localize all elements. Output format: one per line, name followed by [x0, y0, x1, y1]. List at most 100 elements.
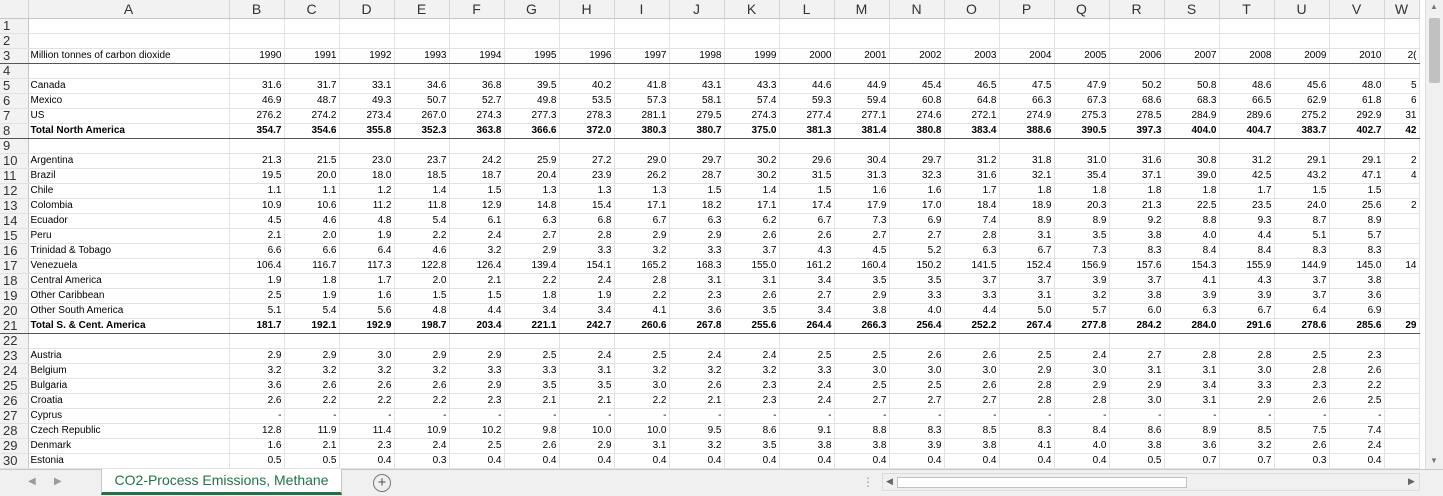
value-cell[interactable]: 3.8 — [1109, 438, 1165, 454]
value-cell[interactable]: 4 — [1384, 168, 1420, 184]
value-cell[interactable]: 0.7 — [1219, 453, 1275, 469]
value-cell[interactable]: 60.8 — [889, 93, 945, 109]
value-cell[interactable]: 31.7 — [284, 78, 340, 94]
value-cell[interactable]: 1.9 — [229, 273, 285, 289]
row-header[interactable]: 29 — [0, 438, 29, 454]
value-cell[interactable]: 67.3 — [1054, 93, 1110, 109]
column-header-m[interactable]: M — [834, 0, 890, 19]
value-cell[interactable]: 2.9 — [229, 348, 285, 364]
value-cell[interactable]: 52.7 — [449, 93, 505, 109]
value-cell[interactable] — [944, 63, 1000, 79]
value-cell[interactable]: 2.5 — [229, 288, 285, 304]
value-cell[interactable]: 278.5 — [1109, 108, 1165, 124]
value-cell[interactable] — [504, 33, 560, 49]
row-label-cell[interactable]: Brazil — [28, 168, 230, 184]
year-header-cell[interactable]: 1997 — [614, 48, 670, 64]
value-cell[interactable]: 1.5 — [449, 183, 505, 199]
row-header[interactable]: 2 — [0, 33, 29, 49]
value-cell[interactable]: 381.4 — [834, 123, 890, 139]
value-cell[interactable]: 3.1 — [1109, 363, 1165, 379]
value-cell[interactable]: 29.6 — [779, 153, 835, 169]
row-header[interactable]: 27 — [0, 408, 29, 424]
value-cell[interactable]: 35.4 — [1054, 168, 1110, 184]
value-cell[interactable] — [1384, 18, 1420, 34]
value-cell[interactable]: 161.2 — [779, 258, 835, 274]
value-cell[interactable]: 20.4 — [504, 168, 560, 184]
value-cell[interactable]: 1.5 — [779, 183, 835, 199]
value-cell[interactable]: 10.0 — [559, 423, 615, 439]
value-cell[interactable] — [229, 18, 285, 34]
row-label-cell[interactable]: Argentina — [28, 153, 230, 169]
value-cell[interactable]: 4.4 — [1219, 228, 1275, 244]
tab-split-handle[interactable]: ⋮ — [862, 475, 874, 489]
value-cell[interactable]: 279.5 — [669, 108, 725, 124]
value-cell[interactable]: 6.7 — [999, 243, 1055, 259]
row-header[interactable]: 21 — [0, 318, 29, 334]
triangle-left-icon[interactable]: ◀ — [28, 476, 36, 487]
value-cell[interactable]: 2.6 — [394, 378, 450, 394]
value-cell[interactable]: 8.5 — [1219, 423, 1275, 439]
value-cell[interactable]: 8.6 — [724, 423, 780, 439]
value-cell[interactable]: 19.5 — [229, 168, 285, 184]
value-cell[interactable] — [1054, 18, 1110, 34]
value-cell[interactable]: 192.9 — [339, 318, 395, 334]
value-cell[interactable] — [779, 18, 835, 34]
value-cell[interactable]: 5.0 — [999, 303, 1055, 319]
value-cell[interactable]: 2.4 — [394, 438, 450, 454]
value-cell[interactable]: 31.2 — [1219, 153, 1275, 169]
value-cell[interactable] — [449, 138, 505, 154]
value-cell[interactable] — [1384, 378, 1420, 394]
value-cell[interactable] — [1109, 333, 1165, 349]
value-cell[interactable] — [339, 33, 395, 49]
value-cell[interactable]: 1.6 — [339, 288, 395, 304]
value-cell[interactable]: 0.5 — [229, 453, 285, 469]
row-label-cell[interactable]: Total S. & Cent. America — [28, 318, 230, 334]
value-cell[interactable]: 3.1 — [999, 288, 1055, 304]
value-cell[interactable] — [1164, 33, 1220, 49]
value-cell[interactable]: - — [504, 408, 560, 424]
value-cell[interactable]: 2.8 — [614, 273, 670, 289]
value-cell[interactable]: 116.7 — [284, 258, 340, 274]
value-cell[interactable]: 3.5 — [559, 378, 615, 394]
value-cell[interactable]: - — [1109, 408, 1165, 424]
value-cell[interactable]: 23.5 — [1219, 198, 1275, 214]
triangle-right-icon[interactable]: ▶ — [54, 476, 62, 487]
column-header-i[interactable]: I — [614, 0, 670, 19]
value-cell[interactable]: 1.4 — [724, 183, 780, 199]
value-cell[interactable]: 3.2 — [614, 363, 670, 379]
row-header[interactable]: 6 — [0, 93, 29, 109]
row-label-cell[interactable]: Estonia — [28, 453, 230, 469]
value-cell[interactable]: 18.0 — [339, 168, 395, 184]
value-cell[interactable]: 7.4 — [944, 213, 1000, 229]
value-cell[interactable]: 2.6 — [229, 393, 285, 409]
row-label-cell[interactable]: Colombia — [28, 198, 230, 214]
value-cell[interactable]: 154.3 — [1164, 258, 1220, 274]
value-cell[interactable] — [339, 333, 395, 349]
value-cell[interactable]: 3.8 — [779, 438, 835, 454]
value-cell[interactable]: 2.7 — [834, 393, 890, 409]
value-cell[interactable]: 2.2 — [339, 393, 395, 409]
value-cell[interactable]: 274.6 — [889, 108, 945, 124]
column-header-l[interactable]: L — [779, 0, 835, 19]
value-cell[interactable]: 1.3 — [614, 183, 670, 199]
value-cell[interactable]: 32.1 — [999, 168, 1055, 184]
value-cell[interactable]: 45.4 — [889, 78, 945, 94]
year-header-cell[interactable]: 1991 — [284, 48, 340, 64]
value-cell[interactable]: 2.8 — [1164, 348, 1220, 364]
value-cell[interactable]: 2.1 — [669, 393, 725, 409]
value-cell[interactable]: 2.6 — [1274, 438, 1330, 454]
value-cell[interactable]: 192.1 — [284, 318, 340, 334]
value-cell[interactable] — [559, 63, 615, 79]
value-cell[interactable] — [449, 63, 505, 79]
value-cell[interactable]: 6.3 — [669, 213, 725, 229]
year-header-cell[interactable]: 1993 — [394, 48, 450, 64]
value-cell[interactable]: 9.1 — [779, 423, 835, 439]
value-cell[interactable]: 2.1 — [284, 438, 340, 454]
value-cell[interactable]: 4.1 — [1164, 273, 1220, 289]
value-cell[interactable]: 4.4 — [449, 303, 505, 319]
year-header-cell[interactable]: 1999 — [724, 48, 780, 64]
value-cell[interactable]: 3.9 — [1219, 288, 1275, 304]
value-cell[interactable]: 5.6 — [339, 303, 395, 319]
value-cell[interactable]: 3.3 — [504, 363, 560, 379]
value-cell[interactable]: 3.3 — [449, 363, 505, 379]
